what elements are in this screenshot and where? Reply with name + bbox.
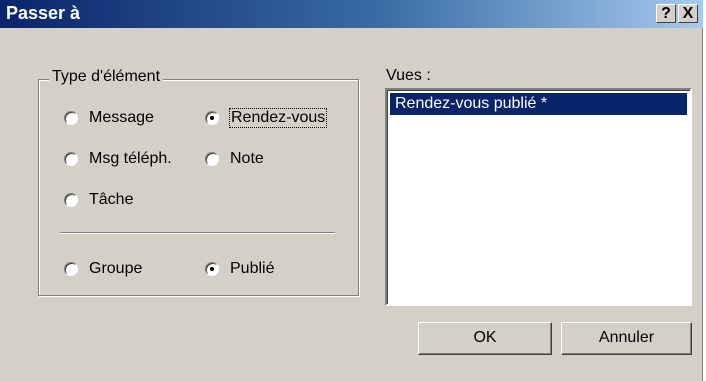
dialog-title: Passer à (6, 3, 81, 23)
go-to-dialog: Passer à ? X Type d'élément Message Rend… (0, 0, 703, 381)
radio-phone-message[interactable]: Msg téléph. (64, 147, 172, 171)
views-list[interactable]: Rendez-vous publié * (385, 88, 692, 306)
radio-indicator (64, 193, 78, 207)
close-button[interactable]: X (678, 4, 698, 23)
radio-label: Msg téléph. (89, 150, 172, 167)
radio-label: Tâche (89, 191, 134, 208)
radio-indicator (64, 111, 78, 125)
ok-button[interactable]: OK (418, 322, 552, 355)
item-type-legend: Type d'élément (49, 68, 164, 86)
radio-label: Message (89, 109, 154, 126)
help-button[interactable]: ? (656, 4, 676, 23)
group-separator (60, 232, 335, 234)
radio-indicator (64, 152, 78, 166)
radio-indicator (205, 262, 219, 276)
cancel-button[interactable]: Annuler (561, 322, 692, 355)
radio-indicator (64, 262, 78, 276)
radio-indicator (205, 152, 219, 166)
radio-group[interactable]: Groupe (64, 257, 142, 281)
radio-label: Rendez-vous (228, 108, 328, 128)
radio-task[interactable]: Tâche (64, 188, 133, 212)
radio-label: Note (230, 150, 264, 167)
radio-published[interactable]: Publié (205, 257, 274, 281)
radio-appointment[interactable]: Rendez-vous (205, 106, 328, 130)
radio-label: Publié (230, 260, 275, 277)
title-bar: Passer à ? X (0, 0, 703, 28)
radio-message[interactable]: Message (64, 106, 154, 130)
radio-indicator (205, 111, 219, 125)
views-list-item[interactable]: Rendez-vous publié * (390, 93, 687, 115)
radio-label: Groupe (89, 260, 143, 277)
radio-note[interactable]: Note (205, 147, 264, 171)
views-label: Vues : (386, 67, 431, 84)
radio-selected-dot (210, 116, 214, 120)
radio-selected-dot (210, 267, 214, 271)
